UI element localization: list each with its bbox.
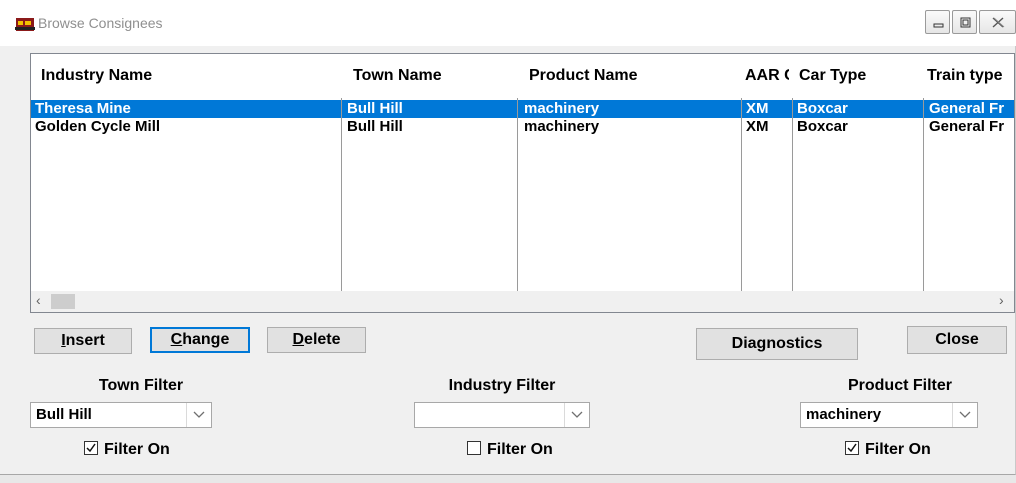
scroll-left-icon[interactable]: ‹ — [36, 292, 41, 308]
cell-car-type: Boxcar — [797, 100, 848, 117]
change-button[interactable]: Change — [150, 327, 250, 353]
cell-train-type: General Fr — [929, 118, 1005, 135]
minimize-button[interactable] — [925, 10, 950, 34]
town-filter-label: Town Filter — [98, 377, 184, 394]
column-header-train-type[interactable]: Train type — [927, 54, 1014, 98]
cell-car-type: Boxcar — [797, 118, 848, 135]
delete-label: elete — [304, 331, 341, 348]
cell-product-name: machinery — [524, 118, 600, 135]
browse-consignees-window: Browse Consignees Industry Name Town Nam… — [0, 0, 1016, 475]
cell-train-type: General Fr — [929, 100, 1005, 117]
chevron-down-icon[interactable] — [952, 403, 977, 427]
column-header-car-type[interactable]: Car Type — [799, 54, 919, 98]
insert-button[interactable]: Insert — [34, 328, 132, 354]
cell-town-name: Bull Hill — [347, 118, 403, 135]
cell-aar-code: XM — [746, 100, 769, 117]
horizontal-scrollbar[interactable]: ‹ › — [31, 291, 1014, 312]
cell-product-name: machinery — [524, 100, 600, 117]
product-filter-value: machinery — [806, 406, 882, 423]
chevron-down-icon[interactable] — [564, 403, 589, 427]
minimize-icon — [933, 23, 944, 28]
scrollbar-thumb[interactable] — [51, 294, 75, 309]
delete-button[interactable]: Delete — [267, 327, 366, 353]
maximize-icon — [960, 17, 971, 28]
desktop-strip — [0, 475, 1016, 483]
chevron-down-icon[interactable] — [186, 403, 211, 427]
cell-town-name: Bull Hill — [347, 100, 403, 117]
industry-filter-label: Industry Filter — [448, 377, 556, 394]
maximize-button[interactable] — [952, 10, 977, 34]
column-header-industry-name[interactable]: Industry Name — [41, 54, 341, 98]
column-divider — [517, 98, 518, 291]
cell-industry-name: Theresa Mine — [35, 100, 131, 117]
change-label: hange — [182, 331, 230, 348]
checkbox-icon[interactable] — [84, 441, 98, 455]
insert-label: nsert — [65, 332, 105, 349]
town-filter-value: Bull Hill — [36, 406, 92, 423]
industry-filter-checkbox-label: Filter On — [487, 441, 553, 458]
product-filter-checkbox[interactable]: Filter On — [845, 441, 931, 459]
close-window-button[interactable] — [979, 10, 1016, 34]
change-accel: C — [170, 331, 183, 348]
checkbox-icon[interactable] — [467, 441, 481, 455]
town-filter-checkbox[interactable]: Filter On — [84, 441, 170, 459]
column-header-town-name[interactable]: Town Name — [353, 54, 513, 98]
town-filter-select[interactable]: Bull Hill — [30, 402, 212, 428]
industry-filter-checkbox[interactable]: Filter On — [467, 441, 553, 459]
column-divider — [341, 98, 342, 291]
scroll-right-icon[interactable]: › — [999, 292, 1004, 308]
close-icon — [992, 17, 1005, 28]
product-filter-checkbox-label: Filter On — [865, 441, 931, 458]
product-filter-label: Product Filter — [847, 377, 952, 394]
column-header-product-name[interactable]: Product Name — [529, 54, 729, 98]
table-row[interactable]: Theresa Mine Bull Hill machinery XM Boxc… — [31, 100, 1014, 118]
title-bar: Browse Consignees — [0, 0, 1016, 46]
cell-aar-code: XM — [746, 118, 769, 135]
column-divider — [923, 98, 924, 291]
app-icon — [15, 18, 35, 31]
column-header-aar-code[interactable]: AAR C — [745, 54, 789, 98]
cell-industry-name: Golden Cycle Mill — [35, 118, 161, 135]
diagnostics-button[interactable]: Diagnostics — [696, 328, 858, 360]
town-filter-checkbox-label: Filter On — [104, 441, 170, 458]
close-button[interactable]: Close — [907, 326, 1007, 354]
consignees-grid[interactable]: Industry Name Town Name Product Name AAR… — [30, 53, 1015, 313]
industry-filter-select[interactable] — [414, 402, 590, 428]
product-filter-select[interactable]: machinery — [800, 402, 978, 428]
column-divider — [741, 98, 742, 291]
checkbox-icon[interactable] — [845, 441, 859, 455]
delete-accel: D — [292, 331, 305, 348]
column-divider — [792, 98, 793, 291]
window-title: Browse Consignees — [38, 15, 163, 31]
table-row[interactable]: Golden Cycle Mill Bull Hill machinery XM… — [31, 118, 1014, 136]
